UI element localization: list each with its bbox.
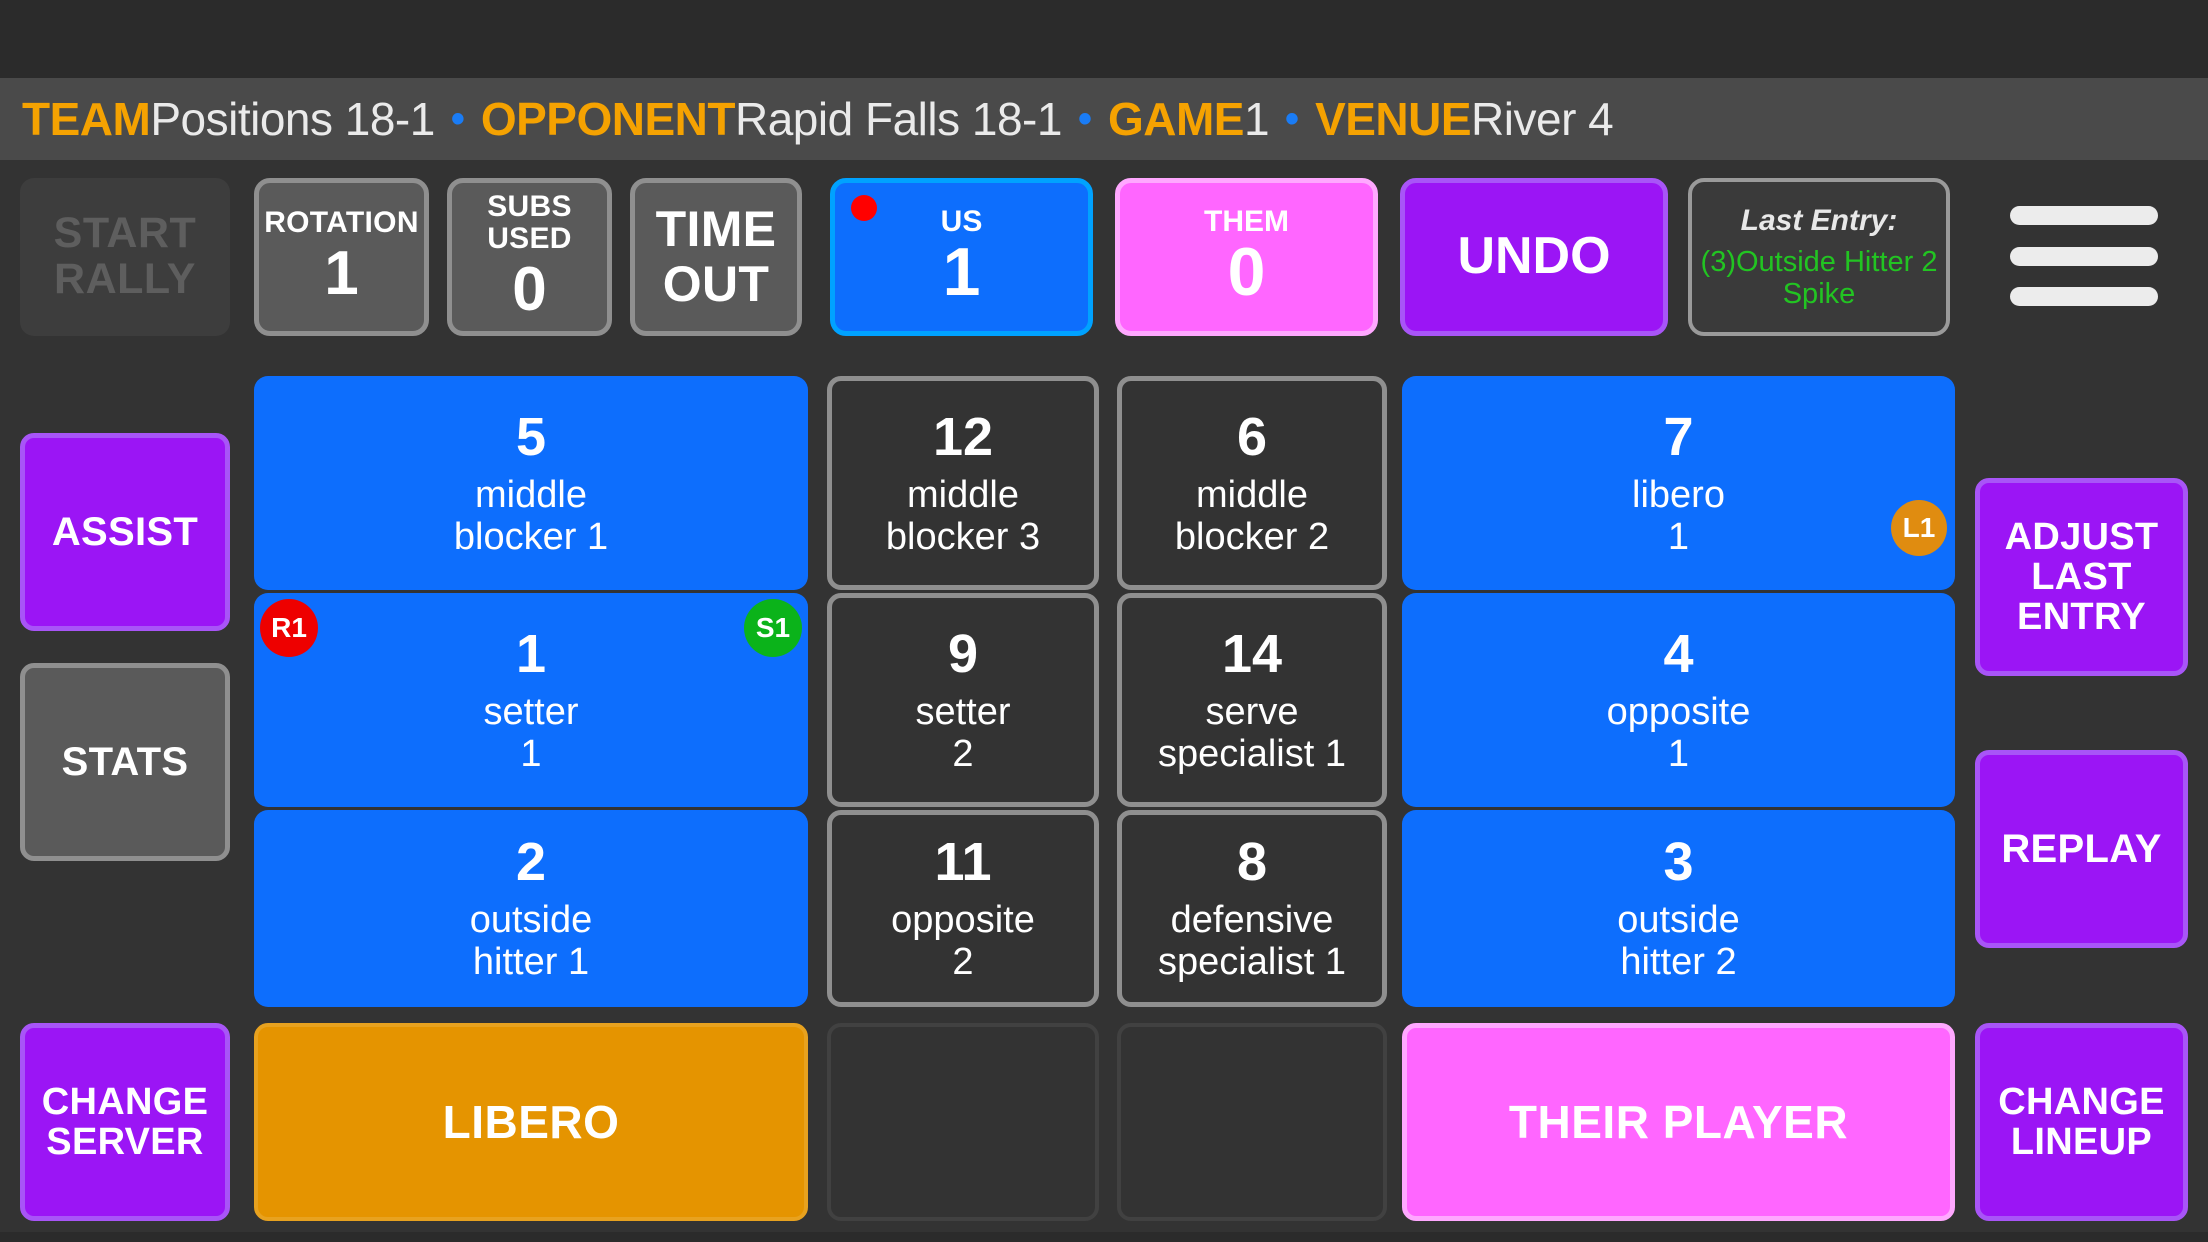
adjust-last-entry-label: ADJUST LAST ENTRY: [2004, 515, 2159, 639]
player-card[interactable]: 3 outside hitter 2: [1402, 810, 1955, 1007]
player-number: 11: [934, 832, 992, 892]
last-entry-value: (3)Outside Hitter 2 Spike: [1700, 245, 1938, 310]
rotation-display[interactable]: ROTATION 1: [254, 178, 429, 336]
player-card[interactable]: 8 defensive specialist 1: [1117, 810, 1387, 1007]
their-player-label: THEIR PLAYER: [1508, 1096, 1849, 1148]
change-server-button[interactable]: CHANGE SERVER: [20, 1023, 230, 1221]
them-score-value: 0: [1227, 233, 1266, 310]
rotation-value: 1: [324, 239, 359, 309]
top-status-bar: [0, 0, 2208, 78]
player-number: 5: [515, 406, 547, 467]
start-rally-label: START RALLY: [53, 209, 197, 303]
subs-used-display[interactable]: SUBS USED 0: [447, 178, 612, 336]
hamburger-menu-icon[interactable]: [2010, 200, 2158, 312]
setter-badge-icon: S1: [744, 599, 802, 657]
menu-bar-2: [2010, 246, 2158, 266]
undo-label: UNDO: [1457, 227, 1611, 286]
player-card[interactable]: 12 middle blocker 3: [827, 376, 1099, 590]
header-key-opponent: OPPONENT: [480, 93, 736, 145]
replay-button[interactable]: REPLAY: [1975, 750, 2188, 948]
player-card[interactable]: R1 S1 1 setter 1: [254, 593, 808, 807]
libero-button[interactable]: LIBERO: [254, 1023, 808, 1221]
match-info-header: TEAM Positions 18-1 • OPPONENT Rapid Fal…: [0, 78, 2208, 160]
player-role: middle blocker 1: [453, 473, 609, 558]
assist-label: ASSIST: [51, 509, 199, 554]
header-key-venue: VENUE: [1315, 93, 1472, 145]
player-role: libero 1: [1632, 473, 1725, 558]
player-role: opposite 2: [891, 899, 1035, 984]
app-root: TEAM Positions 18-1 • OPPONENT Rapid Fal…: [0, 0, 2208, 1242]
header-value-team: Positions 18-1: [150, 93, 435, 145]
rotation-caption: ROTATION: [264, 206, 419, 240]
player-number: 9: [947, 623, 979, 684]
stats-label: STATS: [61, 739, 189, 784]
player-role: serve specialist 1: [1158, 690, 1346, 775]
player-number: 12: [932, 406, 994, 467]
serve-indicator-icon: [851, 195, 877, 221]
libero-badge-icon: L1: [1891, 500, 1947, 556]
player-card[interactable]: 6 middle blocker 2: [1117, 376, 1387, 590]
player-role: defensive specialist 1: [1158, 899, 1346, 984]
player-number: 2: [515, 832, 547, 892]
player-number: 8: [1236, 832, 1268, 892]
subs-used-value: 0: [512, 254, 547, 324]
header-value-game: 1: [1243, 93, 1270, 145]
subs-used-caption: SUBS USED: [487, 190, 572, 256]
empty-slot[interactable]: [827, 1023, 1099, 1221]
player-card[interactable]: 2 outside hitter 1: [254, 810, 808, 1007]
header-separator: •: [450, 96, 465, 141]
last-entry-title: Last Entry:: [1740, 203, 1898, 237]
player-card[interactable]: 11 opposite 2: [827, 810, 1099, 1007]
us-score-card[interactable]: US 1: [830, 178, 1093, 336]
header-key-game: GAME: [1107, 93, 1245, 145]
change-server-label: CHANGE SERVER: [41, 1080, 209, 1163]
header-value-opponent: Rapid Falls 18-1: [735, 93, 1062, 145]
bottom-bar: [0, 1232, 2208, 1242]
header-value-venue: River 4: [1471, 93, 1614, 145]
player-role: outside hitter 2: [1617, 899, 1740, 984]
rotation-badge-icon: R1: [260, 599, 318, 657]
libero-label: LIBERO: [442, 1096, 620, 1148]
player-number: 14: [1221, 623, 1283, 684]
their-player-button[interactable]: THEIR PLAYER: [1402, 1023, 1955, 1221]
last-entry-panel[interactable]: Last Entry: (3)Outside Hitter 2 Spike: [1688, 178, 1950, 336]
empty-slot[interactable]: [1117, 1023, 1387, 1221]
change-lineup-label: CHANGE LINEUP: [1998, 1080, 2165, 1163]
player-role: middle blocker 3: [885, 473, 1041, 558]
player-role: outside hitter 1: [469, 899, 593, 984]
player-card[interactable]: 9 setter 2: [827, 593, 1099, 807]
player-role: middle blocker 2: [1174, 473, 1330, 558]
header-key-team: TEAM: [22, 93, 151, 145]
player-number: 3: [1663, 832, 1694, 892]
player-card[interactable]: 5 middle blocker 1: [254, 376, 808, 590]
assist-button[interactable]: ASSIST: [20, 433, 230, 631]
adjust-last-entry-button[interactable]: ADJUST LAST ENTRY: [1975, 478, 2188, 676]
us-score-value: 1: [942, 233, 981, 310]
menu-bar-3: [2010, 287, 2158, 306]
player-card[interactable]: 14 serve specialist 1: [1117, 593, 1387, 807]
player-role: opposite 1: [1606, 690, 1751, 775]
player-number: 7: [1663, 406, 1694, 467]
undo-button[interactable]: UNDO: [1400, 178, 1668, 336]
timeout-button[interactable]: TIME OUT: [630, 178, 802, 336]
header-separator: •: [1285, 96, 1300, 141]
player-card[interactable]: 4 opposite 1: [1402, 593, 1955, 807]
start-rally-button[interactable]: START RALLY: [20, 178, 230, 336]
stats-button[interactable]: STATS: [20, 663, 230, 861]
player-number: 4: [1663, 623, 1694, 684]
change-lineup-button[interactable]: CHANGE LINEUP: [1975, 1023, 2188, 1221]
menu-bar-1: [2010, 206, 2158, 225]
player-role: setter 2: [915, 690, 1011, 775]
player-card[interactable]: 7 libero 1 L1: [1402, 376, 1955, 590]
player-number: 1: [515, 623, 547, 684]
header-separator: •: [1077, 96, 1092, 141]
them-score-card[interactable]: THEM 0: [1115, 178, 1378, 336]
player-number: 6: [1236, 406, 1268, 467]
replay-label: REPLAY: [2001, 826, 2162, 871]
timeout-label: TIME OUT: [655, 201, 777, 312]
player-role: setter 1: [483, 690, 579, 775]
